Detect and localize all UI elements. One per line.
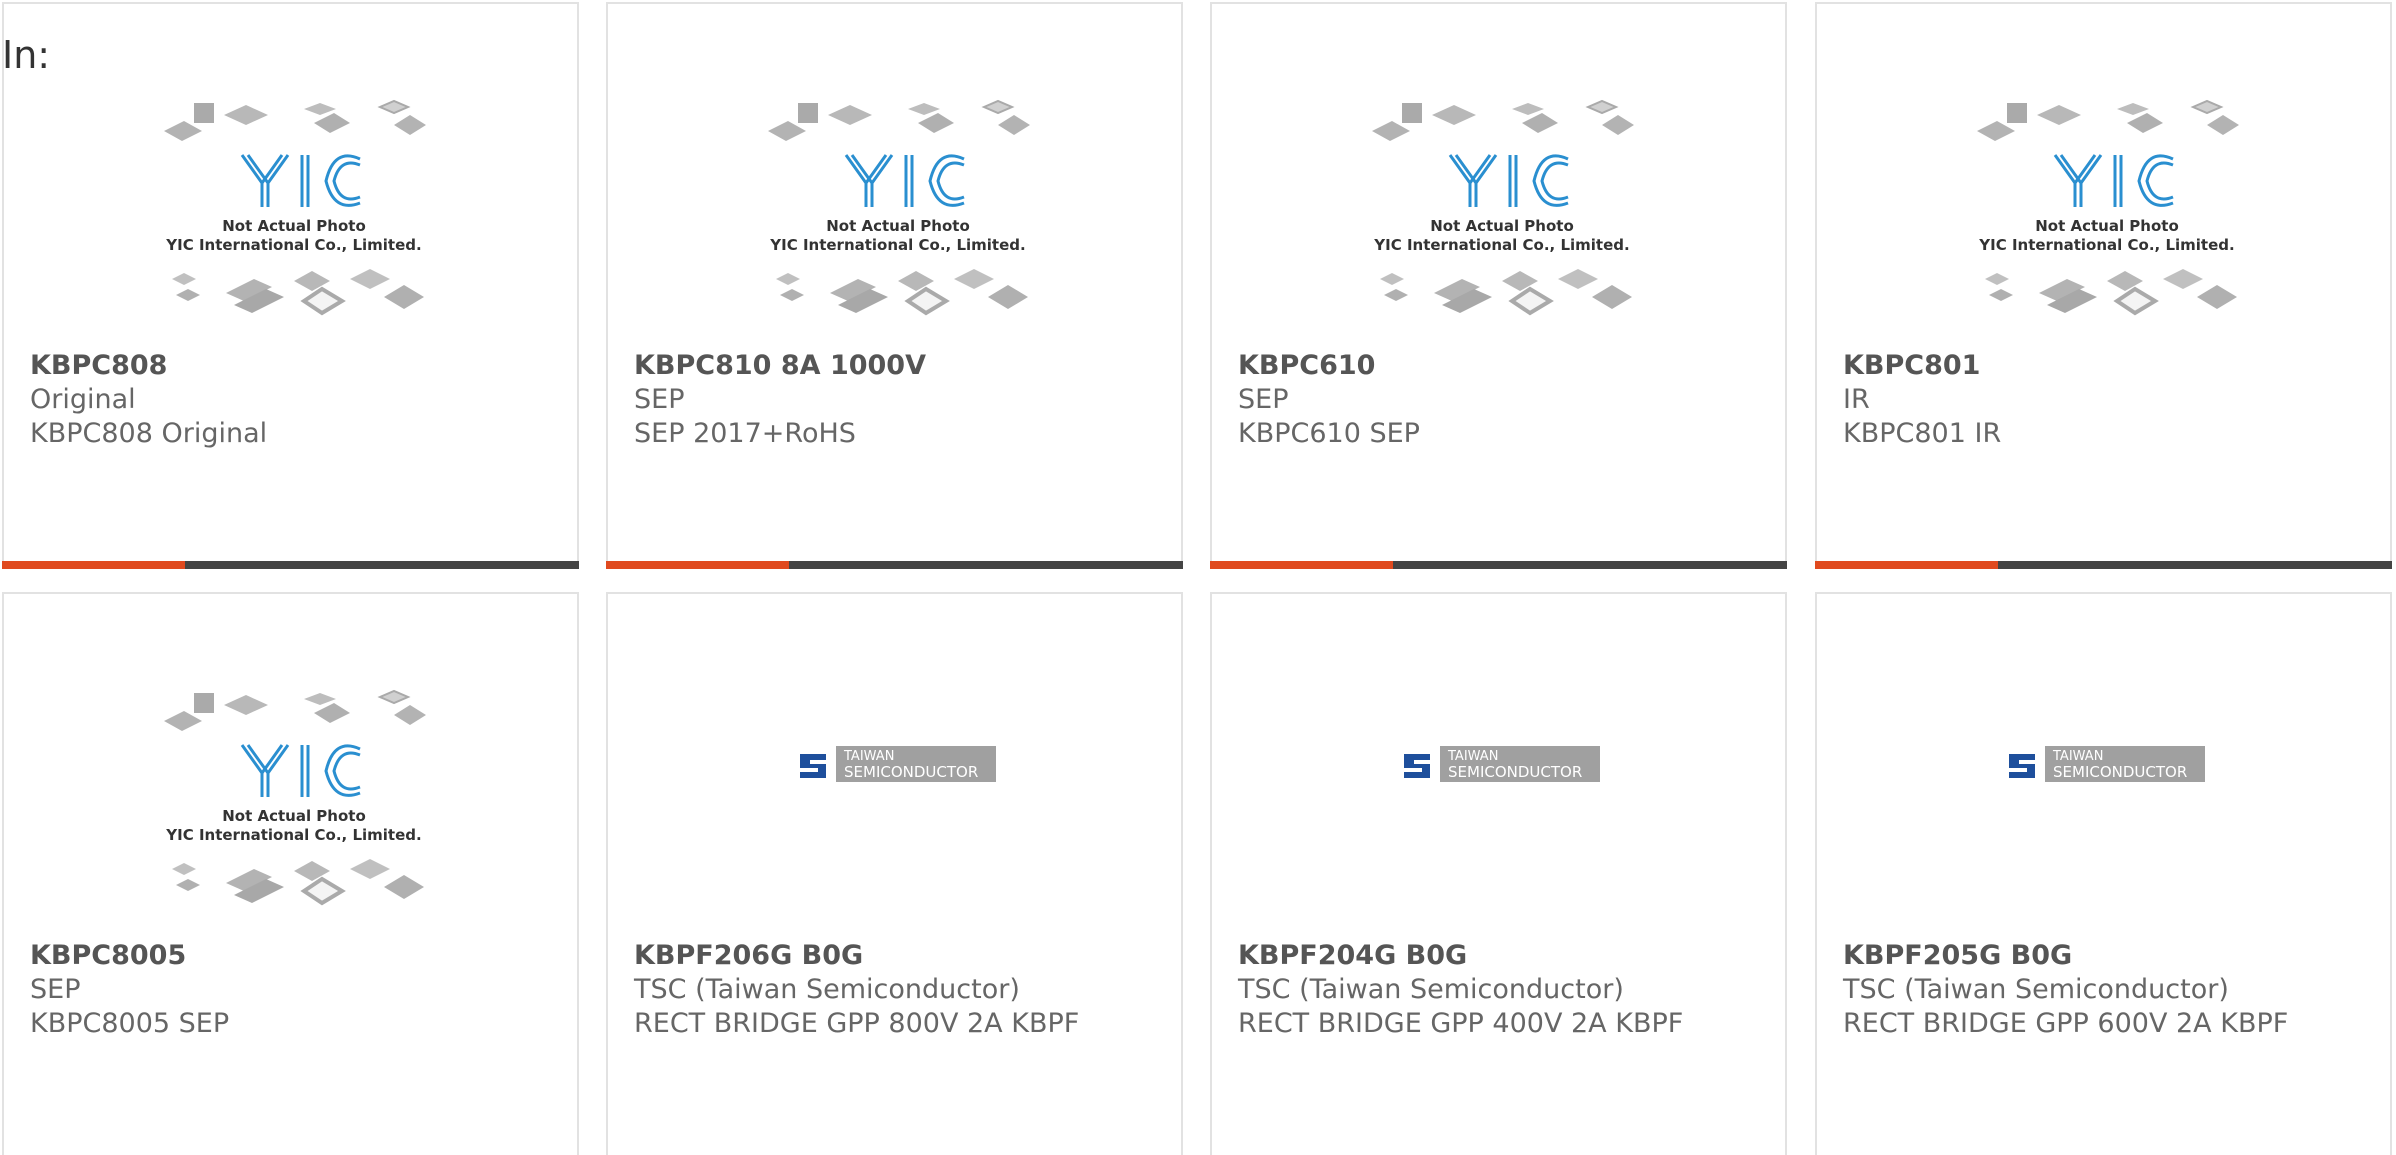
product-info: KBPF205G B0G TSC (Taiwan Semiconductor) …: [1843, 939, 2380, 1041]
product-grid-page: In: Not Actual Photo YIC International C…: [0, 0, 2396, 1155]
product-card[interactable]: Not Actual Photo YIC International Co., …: [1210, 2, 1787, 569]
part-number[interactable]: KBPF205G B0G: [1843, 939, 2380, 973]
manufacturer: TSC (Taiwan Semiconductor): [1238, 974, 1624, 1005]
product-info: KBPC801 IR KBPC801 IR: [1843, 349, 2380, 451]
part-number[interactable]: KBPF204G B0G: [1238, 939, 1775, 973]
product-info: KBPC8005 SEP KBPC8005 SEP: [30, 939, 567, 1041]
part-number[interactable]: KBPC8005: [30, 939, 567, 973]
tsc-line1: TAIWAN: [2052, 749, 2103, 764]
product-card[interactable]: Not Actual Photo YIC International Co., …: [606, 2, 1183, 569]
placeholder-line2: YIC International Co., Limited.: [165, 826, 421, 844]
part-number[interactable]: KBPC610: [1238, 349, 1775, 383]
yic-placeholder-icon: Not Actual Photo YIC International Co., …: [162, 99, 428, 315]
product-card[interactable]: TAIWAN SEMICONDUCTOR KBPF206G B0G TSC (T…: [606, 592, 1183, 1155]
card-bottom-bar: [2, 561, 579, 569]
tsc-line1: TAIWAN: [843, 749, 894, 764]
product-info: KBPF206G B0G TSC (Taiwan Semiconductor) …: [634, 939, 1171, 1041]
part-number[interactable]: KBPC801: [1843, 349, 2380, 383]
placeholder-line2: YIC International Co., Limited.: [1978, 236, 2234, 254]
manufacturer: TSC (Taiwan Semiconductor): [634, 974, 1020, 1005]
card-accent-bar: [1815, 561, 1998, 569]
manufacturer: IR: [1843, 384, 1870, 415]
part-number[interactable]: KBPF206G B0G: [634, 939, 1171, 973]
card-bottom-bar: [606, 561, 1183, 569]
description: SEP 2017+RoHS: [634, 418, 856, 449]
product-info: KBPC810 8A 1000V SEP SEP 2017+RoHS: [634, 349, 1171, 451]
product-card[interactable]: TAIWAN SEMICONDUCTOR KBPF204G B0G TSC (T…: [1210, 592, 1787, 1155]
description: KBPC801 IR: [1843, 418, 2002, 449]
product-card[interactable]: TAIWAN SEMICONDUCTOR KBPF205G B0G TSC (T…: [1815, 592, 2392, 1155]
description: KBPC610 SEP: [1238, 418, 1420, 449]
card-accent-bar: [1210, 561, 1393, 569]
card-accent-bar: [2, 561, 185, 569]
part-number[interactable]: KBPC810 8A 1000V: [634, 349, 1171, 383]
description: RECT BRIDGE GPP 400V 2A KBPF: [1238, 1008, 1684, 1039]
card-bottom-bar: [1210, 561, 1787, 569]
manufacturer: TSC (Taiwan Semiconductor): [1843, 974, 2229, 1005]
manufacturer: Original: [30, 384, 136, 415]
placeholder-line1: Not Actual Photo: [826, 217, 970, 235]
description: RECT BRIDGE GPP 600V 2A KBPF: [1843, 1008, 2289, 1039]
placeholder-line1: Not Actual Photo: [1430, 217, 1574, 235]
manufacturer: SEP: [1238, 384, 1289, 415]
tsc-logo-icon: TAIWAN SEMICONDUCTOR: [796, 746, 996, 782]
yic-placeholder-icon: Not Actual Photo YIC International Co., …: [1370, 99, 1636, 315]
placeholder-line2: YIC International Co., Limited.: [1373, 236, 1629, 254]
card-accent-bar: [606, 561, 789, 569]
part-number[interactable]: KBPC808: [30, 349, 567, 383]
tsc-line2: SEMICONDUCTOR: [1448, 763, 1582, 781]
yic-placeholder-icon: Not Actual Photo YIC International Co., …: [162, 689, 428, 905]
tsc-line2: SEMICONDUCTOR: [844, 763, 978, 781]
yic-placeholder-icon: Not Actual Photo YIC International Co., …: [766, 99, 1032, 315]
product-card[interactable]: Not Actual Photo YIC International Co., …: [2, 2, 579, 569]
placeholder-line2: YIC International Co., Limited.: [769, 236, 1025, 254]
product-info: KBPF204G B0G TSC (Taiwan Semiconductor) …: [1238, 939, 1775, 1041]
description: RECT BRIDGE GPP 800V 2A KBPF: [634, 1008, 1080, 1039]
yic-placeholder-icon: Not Actual Photo YIC International Co., …: [1975, 99, 2241, 315]
tsc-logo-icon: TAIWAN SEMICONDUCTOR: [1400, 746, 1600, 782]
tsc-line2: SEMICONDUCTOR: [2053, 763, 2187, 781]
description: KBPC808 Original: [30, 418, 268, 449]
card-bottom-bar: [1815, 561, 2392, 569]
placeholder-line1: Not Actual Photo: [222, 807, 366, 825]
tsc-line1: TAIWAN: [1447, 749, 1498, 764]
tsc-logo-icon: TAIWAN SEMICONDUCTOR: [2005, 746, 2205, 782]
placeholder-line1: Not Actual Photo: [2035, 217, 2179, 235]
description: KBPC8005 SEP: [30, 1008, 230, 1039]
placeholder-line2: YIC International Co., Limited.: [165, 236, 421, 254]
product-info: KBPC610 SEP KBPC610 SEP: [1238, 349, 1775, 451]
in-label: In:: [2, 33, 51, 77]
product-info: KBPC808 Original KBPC808 Original: [30, 349, 567, 451]
manufacturer: SEP: [30, 974, 81, 1005]
product-card[interactable]: Not Actual Photo YIC International Co., …: [2, 592, 579, 1155]
manufacturer: SEP: [634, 384, 685, 415]
placeholder-line1: Not Actual Photo: [222, 217, 366, 235]
product-card[interactable]: Not Actual Photo YIC International Co., …: [1815, 2, 2392, 569]
